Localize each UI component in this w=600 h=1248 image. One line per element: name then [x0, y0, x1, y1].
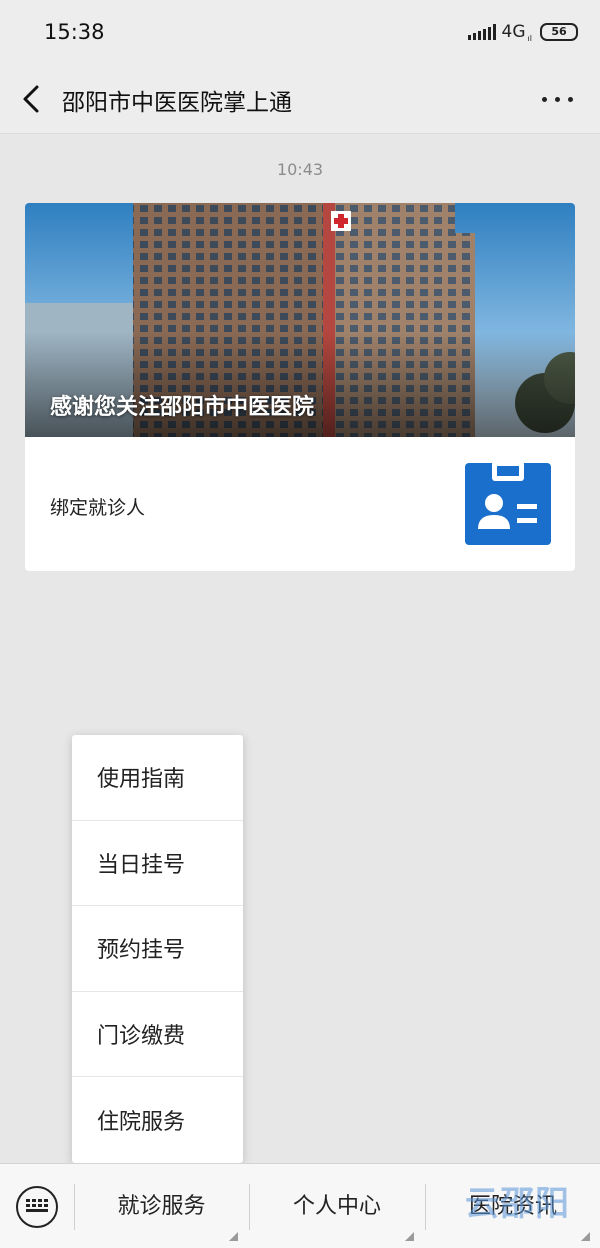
more-button[interactable] — [538, 84, 578, 114]
menu-item-appointment-registration[interactable]: 预约挂号 — [72, 906, 243, 992]
menu-tab-medical-service[interactable]: 就诊服务 — [75, 1164, 248, 1248]
service-popup-menu: 使用指南 当日挂号 预约挂号 门诊缴费 住院服务 — [72, 735, 243, 1163]
menu-tab-personal-center[interactable]: 个人中心 — [250, 1164, 424, 1248]
back-button[interactable] — [14, 81, 50, 117]
status-time: 15:38 — [44, 20, 105, 44]
network-sub-label: ıl — [527, 34, 532, 43]
menu-tab-label: 就诊服务 — [117, 1194, 206, 1219]
message-timestamp: 10:43 — [276, 160, 324, 179]
chevron-left-icon — [23, 85, 39, 113]
keyboard-toggle-button[interactable] — [16, 1186, 58, 1228]
card-headline: 感谢您关注邵阳市中医医院 — [50, 395, 315, 420]
submenu-corner-icon — [229, 1232, 238, 1241]
keyboard-icon — [26, 1199, 48, 1215]
battery-level: 56 — [551, 25, 567, 38]
submenu-corner-icon — [405, 1232, 414, 1241]
status-indicators: 4G ıl 56 — [466, 21, 578, 43]
title-bar: 邵阳市中医医院掌上通 — [0, 64, 600, 134]
menu-item-inpatient-service[interactable]: 住院服务 — [72, 1077, 243, 1163]
bind-patient-label[interactable]: 绑定就诊人 — [50, 493, 145, 520]
signal-icon — [466, 24, 496, 40]
menu-item-guide[interactable]: 使用指南 — [72, 735, 243, 821]
battery-icon: 56 — [540, 23, 578, 41]
article-card[interactable]: 感谢您关注邵阳市中医医院 绑定就诊人 — [25, 203, 575, 571]
menu-item-outpatient-payment[interactable]: 门诊缴费 — [72, 992, 243, 1078]
menu-tab-label: 个人中心 — [292, 1194, 381, 1219]
network-label: 4G — [501, 22, 526, 42]
page-title: 邵阳市中医医院掌上通 — [62, 90, 292, 116]
submenu-corner-icon — [581, 1232, 590, 1241]
watermark-logo: 云邵阳 — [465, 1184, 570, 1224]
more-dots-icon — [542, 97, 547, 102]
id-badge-icon — [465, 461, 551, 545]
status-bar: 15:38 4G ıl 56 — [0, 0, 600, 64]
menu-item-same-day-registration[interactable]: 当日挂号 — [72, 821, 243, 907]
